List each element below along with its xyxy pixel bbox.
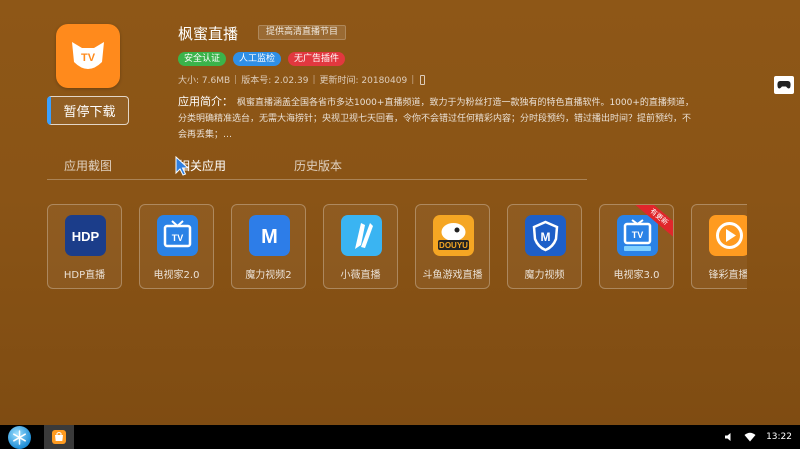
volume-icon[interactable] xyxy=(724,432,734,442)
app-updated: 更新时间: 20180409 xyxy=(319,76,408,86)
app-tagline: 提供高清直播节目 xyxy=(258,25,347,40)
svg-text:M: M xyxy=(261,226,278,248)
tab-history-versions[interactable]: 历史版本 xyxy=(294,157,342,174)
taskbar: 13:22 xyxy=(0,425,800,449)
gamepad-icon[interactable] xyxy=(774,76,794,94)
play-icon xyxy=(709,215,747,256)
app-card-name: 电视家3.0 xyxy=(613,270,660,281)
app-card-dianshijia-3[interactable]: TV 有更新 电视家3.0 xyxy=(599,204,674,289)
app-meta: 大小: 7.6MB | 版本号: 2.02.39 | 更新时间: 2018040… xyxy=(178,73,426,86)
app-title: 枫蜜直播 xyxy=(178,25,239,43)
snowflake-icon xyxy=(13,430,26,445)
description-text: 枫蜜直播涵盖全国各省市多达1000+直播频道，致力于为粉丝打造一款独有的特色直播… xyxy=(178,98,694,140)
fox-tv-icon: TV xyxy=(72,42,104,69)
tv-icon: TV xyxy=(617,215,658,256)
m-letter-icon: M xyxy=(249,215,290,256)
phone-icon xyxy=(420,74,426,85)
rabbit-icon xyxy=(341,215,382,256)
app-card-moli-2[interactable]: M 魔力视频2 xyxy=(231,204,306,289)
badge-manual-check: 人工监检 xyxy=(233,52,282,66)
app-card-name: 小薇直播 xyxy=(340,270,381,281)
meta-separator: | xyxy=(234,74,238,85)
douyu-icon: DOUYU xyxy=(433,215,474,256)
start-menu-button[interactable] xyxy=(8,426,31,449)
badge-security: 安全认证 xyxy=(178,52,227,66)
system-tray: 13:22 xyxy=(724,425,792,449)
app-detail-screen: TV 暂停下载 枫蜜直播 提供高清直播节目 安全认证 人工监检 无广告插件 大小… xyxy=(0,0,800,425)
hdp-icon: HDP xyxy=(65,215,106,256)
wifi-icon[interactable] xyxy=(744,432,756,442)
related-apps-grid: HDP HDP直播 TV 电视家2.0 M 魔力视频2 小薇直播 DOUYU 斗… xyxy=(47,204,747,290)
meta-separator: | xyxy=(411,74,415,85)
app-card-name: 锋彩直播 xyxy=(708,270,748,281)
taskbar-clock: 13:22 xyxy=(766,432,792,442)
app-card-name: 电视家2.0 xyxy=(153,270,200,281)
svg-text:TV: TV xyxy=(81,52,96,64)
store-bag-icon xyxy=(52,430,66,444)
tab-bar: 应用截图 相关应用 历史版本 xyxy=(47,157,587,180)
mouse-pointer-icon xyxy=(175,156,190,176)
gamepad-glyph xyxy=(777,81,791,89)
app-card-hdp[interactable]: HDP HDP直播 xyxy=(47,204,122,289)
description-label: 应用简介： xyxy=(178,95,233,108)
app-card-name: 魔力视频 xyxy=(524,270,565,281)
svg-text:TV: TV xyxy=(172,233,184,243)
app-size: 大小: 7.6MB xyxy=(178,76,231,86)
app-version: 版本号: 2.02.39 xyxy=(241,76,309,86)
svg-text:TV: TV xyxy=(632,230,644,240)
pause-download-button[interactable]: 暂停下载 xyxy=(47,96,129,125)
meta-separator: | xyxy=(312,74,316,85)
app-card-dianshijia-2[interactable]: TV 电视家2.0 xyxy=(139,204,214,289)
app-card-name: 魔力视频2 xyxy=(245,270,292,281)
app-card-xiaowei[interactable]: 小薇直播 xyxy=(323,204,398,289)
app-card-fengcai[interactable]: 锋彩直播 xyxy=(691,204,747,289)
badge-row: 安全认证 人工监检 无广告插件 xyxy=(178,52,346,66)
taskbar-app-store[interactable] xyxy=(44,425,74,449)
app-card-douyu[interactable]: DOUYU 斗鱼游戏直播 xyxy=(415,204,490,289)
app-card-name: 斗鱼游戏直播 xyxy=(422,270,483,281)
app-card-name: HDP直播 xyxy=(63,270,106,281)
app-card-moli[interactable]: M 魔力视频 xyxy=(507,204,582,289)
pause-download-label: 暂停下载 xyxy=(63,105,116,120)
svg-text:DOUYU: DOUYU xyxy=(439,241,468,250)
m-shield-icon: M xyxy=(525,215,566,256)
svg-text:HDP: HDP xyxy=(72,229,100,244)
svg-text:M: M xyxy=(541,230,551,244)
app-description: 应用简介： 枫蜜直播涵盖全国各省市多达1000+直播频道，致力于为粉丝打造一款独有… xyxy=(178,94,698,143)
app-icon-fengmi: TV xyxy=(56,24,120,88)
tab-screenshots[interactable]: 应用截图 xyxy=(64,157,112,174)
badge-no-ads: 无广告插件 xyxy=(288,52,346,66)
tv-icon: TV xyxy=(157,215,198,256)
